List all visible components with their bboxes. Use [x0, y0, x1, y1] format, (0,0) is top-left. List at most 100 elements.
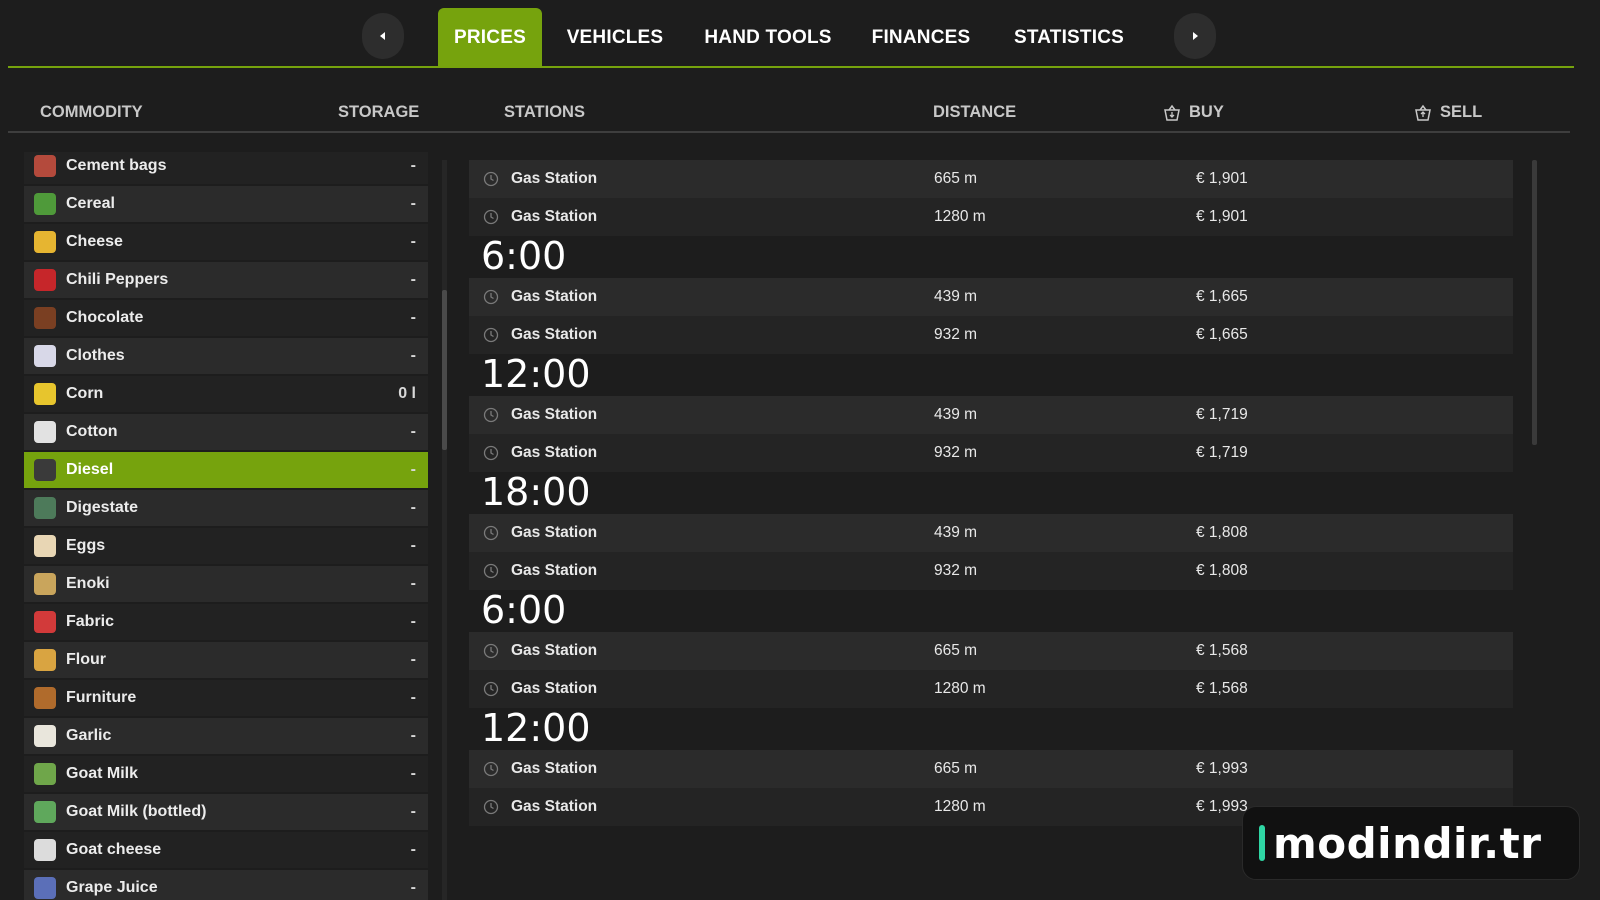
cereal-icon [34, 193, 56, 215]
clock-icon [483, 681, 499, 697]
diesel-icon [34, 459, 56, 481]
commodity-name: Chocolate [66, 309, 144, 326]
station-name: Gas Station [511, 760, 598, 777]
station-buy-price: € 1,808 [1196, 524, 1248, 541]
station-distance: 932 m [934, 326, 978, 343]
commodity-row[interactable]: Goat Milk (bottled) - [24, 794, 428, 830]
station-row[interactable]: Gas Station 439 m € 1,665 [469, 278, 1513, 316]
commodity-row[interactable]: Corn 0 l [24, 376, 428, 412]
watermark-text: modindir.tr [1273, 818, 1542, 868]
commodity-name: Flour [66, 651, 106, 668]
commodity-row[interactable]: Digestate - [24, 490, 428, 526]
column-header-stations-label: STATIONS [504, 103, 585, 121]
commodity-row[interactable]: Cement bags - [24, 152, 428, 184]
commodity-row[interactable]: Fabric - [24, 604, 428, 640]
commodity-name: Enoki [66, 575, 110, 592]
commodity-row[interactable]: Diesel - [24, 452, 428, 488]
stations-scroll-thumb[interactable] [1532, 160, 1537, 445]
header-divider [8, 131, 1570, 133]
commodity-row[interactable]: Furniture - [24, 680, 428, 716]
station-distance: 1280 m [934, 798, 986, 815]
station-row[interactable]: Gas Station 439 m € 1,719 [469, 396, 1513, 434]
tab-statistics[interactable]: STATISTICS [1004, 8, 1134, 67]
digestate-icon [34, 497, 56, 519]
commodity-name: Eggs [66, 537, 106, 554]
commodity-row[interactable]: Goat Milk - [24, 756, 428, 792]
tab-hand-tools[interactable]: HAND TOOLS [700, 8, 836, 67]
commodity-name: Goat cheese [66, 841, 162, 858]
commodity-list-scroll-thumb[interactable] [442, 290, 447, 450]
clock-icon [483, 171, 499, 187]
commodity-row[interactable]: Chili Peppers - [24, 262, 428, 298]
clock-icon [483, 799, 499, 815]
time-label: 6:00 [481, 234, 567, 278]
commodity-row[interactable]: Cereal - [24, 186, 428, 222]
clock-icon [483, 407, 499, 423]
commodity-row[interactable]: Enoki - [24, 566, 428, 602]
commodity-row[interactable]: Eggs - [24, 528, 428, 564]
commodity-name: Grape Juice [66, 879, 158, 896]
station-row[interactable]: Gas Station 439 m € 1,808 [469, 514, 1513, 552]
commodity-row[interactable]: Grape Juice - [24, 870, 428, 900]
commodity-name: Clothes [66, 347, 125, 364]
commodity-storage: - [410, 195, 416, 212]
station-row[interactable]: Gas Station 665 m € 1,993 [469, 750, 1513, 788]
station-row[interactable]: Gas Station 1280 m € 1,568 [469, 670, 1513, 708]
station-distance: 932 m [934, 444, 978, 461]
station-distance: 439 m [934, 524, 978, 541]
eggs-icon [34, 535, 56, 557]
next-tab-button[interactable] [1174, 13, 1216, 59]
column-header-commodity: COMMODITY [40, 103, 143, 122]
commodity-storage: - [410, 803, 416, 820]
commodity-name: Garlic [66, 727, 112, 744]
time-label: 12:00 [481, 706, 591, 750]
station-buy-price: € 1,901 [1196, 208, 1248, 225]
commodity-row[interactable]: Clothes - [24, 338, 428, 374]
watermark-accent-bar [1259, 825, 1265, 861]
station-name: Gas Station [511, 406, 598, 423]
commodity-storage: - [410, 271, 416, 288]
commodity-row[interactable]: Cheese - [24, 224, 428, 260]
commodity-row[interactable]: Chocolate - [24, 300, 428, 336]
station-buy-price: € 1,993 [1196, 760, 1248, 777]
commodity-list-scrollbar[interactable] [442, 160, 447, 900]
enoki-icon [34, 573, 56, 595]
prev-tab-button[interactable] [362, 13, 404, 59]
station-row[interactable]: Gas Station 932 m € 1,808 [469, 552, 1513, 590]
furniture-icon [34, 687, 56, 709]
commodity-storage: - [410, 613, 416, 630]
caret-right-icon [1193, 32, 1198, 40]
commodity-row[interactable]: Goat cheese - [24, 832, 428, 868]
tab-prices[interactable]: PRICES [438, 8, 542, 67]
clock-icon [483, 445, 499, 461]
station-buy-price: € 1,719 [1196, 406, 1248, 423]
station-row[interactable]: Gas Station 1280 m € 1,901 [469, 198, 1513, 236]
garlic-icon [34, 725, 56, 747]
station-row[interactable]: Gas Station 932 m € 1,665 [469, 316, 1513, 354]
goat-cheese-icon [34, 839, 56, 861]
commodity-row[interactable]: Flour - [24, 642, 428, 678]
commodity-name: Cotton [66, 423, 118, 440]
tab-underline [8, 66, 1574, 68]
commodity-storage: - [410, 727, 416, 744]
clock-icon [483, 327, 499, 343]
tab-finances[interactable]: FINANCES [866, 8, 976, 67]
commodity-storage: - [410, 499, 416, 516]
commodity-name: Diesel [66, 461, 114, 478]
station-buy-price: € 1,901 [1196, 170, 1248, 187]
station-buy-price: € 1,808 [1196, 562, 1248, 579]
station-distance: 932 m [934, 562, 978, 579]
station-buy-price: € 1,568 [1196, 680, 1248, 697]
commodity-name: Digestate [66, 499, 139, 516]
clock-icon [483, 289, 499, 305]
station-row[interactable]: Gas Station 665 m € 1,568 [469, 632, 1513, 670]
column-header-distance-label: DISTANCE [933, 103, 1017, 121]
commodity-row[interactable]: Cotton - [24, 414, 428, 450]
commodity-row[interactable]: Garlic - [24, 718, 428, 754]
station-row[interactable]: Gas Station 665 m € 1,901 [469, 160, 1513, 198]
station-distance: 665 m [934, 170, 978, 187]
clock-icon [483, 761, 499, 777]
tab-vehicles[interactable]: VEHICLES [560, 8, 670, 67]
column-header-buy: BUY [1163, 103, 1224, 122]
station-row[interactable]: Gas Station 932 m € 1,719 [469, 434, 1513, 472]
